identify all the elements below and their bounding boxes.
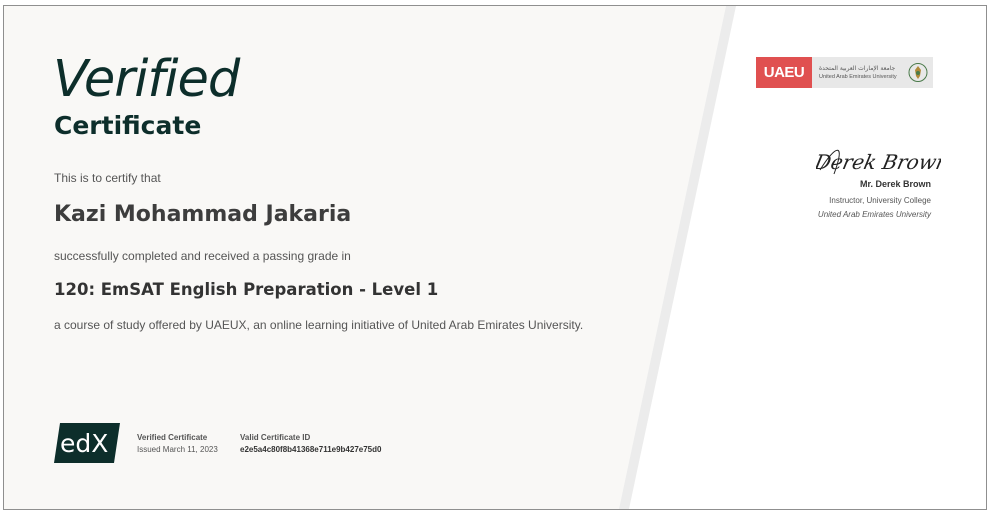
certificate-subtitle: Certificate <box>54 111 202 140</box>
uaeu-arabic-name: جامعة الإمارات العربية المتحدة <box>819 65 896 72</box>
edx-logo-text: edX <box>60 429 108 458</box>
signature-image: Derek Brown <box>816 149 941 175</box>
completion-text: successfully completed and received a pa… <box>54 249 351 263</box>
course-description: a course of study offered by UAEUX, an o… <box>54 318 584 332</box>
signatory-name: Mr. Derek Brown <box>859 179 931 189</box>
signature-text: Derek Brown <box>816 150 941 174</box>
certify-text: This is to certify that <box>54 171 161 185</box>
recipient-name: Kazi Mohammad Jakaria <box>54 202 352 227</box>
uaeu-english-name: United Arab Emirates University <box>819 74 897 80</box>
signatory-role: Instructor, University College <box>829 196 931 205</box>
certificate-id-label: Valid Certificate ID <box>240 433 311 442</box>
edx-logo: edX <box>54 423 120 463</box>
issued-date: Issued March 11, 2023 <box>137 445 218 454</box>
signatory-organization: United Arab Emirates University <box>817 210 931 219</box>
uaeu-logo: UAEU جامعة الإمارات العربية المتحدة Unit… <box>756 57 933 88</box>
certificate-id-value: e2e5a4c80f8b41368e711e9b427e75d0 <box>240 445 382 454</box>
verified-label: Verified Certificate <box>137 433 208 442</box>
uaeu-logo-abbr: UAEU <box>756 57 812 88</box>
certificate-title: Verified <box>53 50 240 109</box>
certificate: Verified Certificate This is to certify … <box>3 5 987 510</box>
course-title: 120: EmSAT English Preparation - Level 1 <box>54 280 439 299</box>
falcon-emblem-icon <box>908 63 928 82</box>
